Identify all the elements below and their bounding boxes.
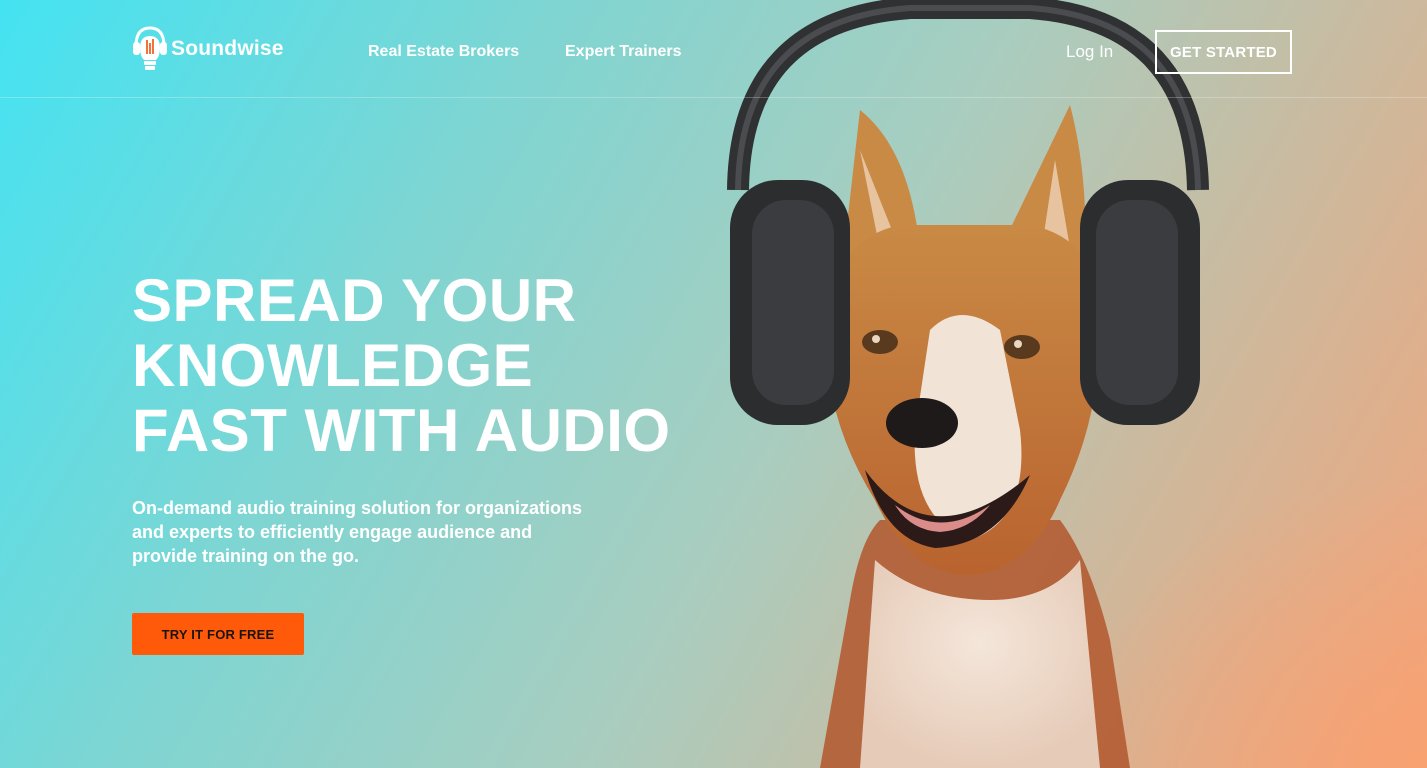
try-it-free-button[interactable]: TRY IT FOR FREE xyxy=(132,613,304,655)
hero-subtext: On-demand audio training solution for or… xyxy=(132,498,582,566)
get-started-button[interactable]: GET STARTED xyxy=(1155,30,1292,74)
hero-headline-line-3: FAST WITH AUDIO xyxy=(132,397,671,464)
nav-link-expert-trainers[interactable]: Expert Trainers xyxy=(565,43,682,61)
hero-headline-line-1: SPREAD YOUR xyxy=(132,267,577,334)
login-link[interactable]: Log In xyxy=(1066,42,1113,62)
hero-headline-line-2: KNOWLEDGE xyxy=(132,332,534,399)
brand-logo[interactable]: Soundwise xyxy=(132,24,284,74)
nav-link-real-estate-brokers[interactable]: Real Estate Brokers xyxy=(368,43,519,61)
top-nav: Soundwise Real Estate Brokers Expert Tra… xyxy=(0,0,1427,98)
brand-name: Soundwise xyxy=(171,37,284,60)
lightbulb-headphones-icon xyxy=(133,26,167,70)
hero-headline: SPREAD YOUR KNOWLEDGE FAST WITH AUDIO xyxy=(132,268,671,463)
dog-headphones-image xyxy=(727,0,1209,768)
